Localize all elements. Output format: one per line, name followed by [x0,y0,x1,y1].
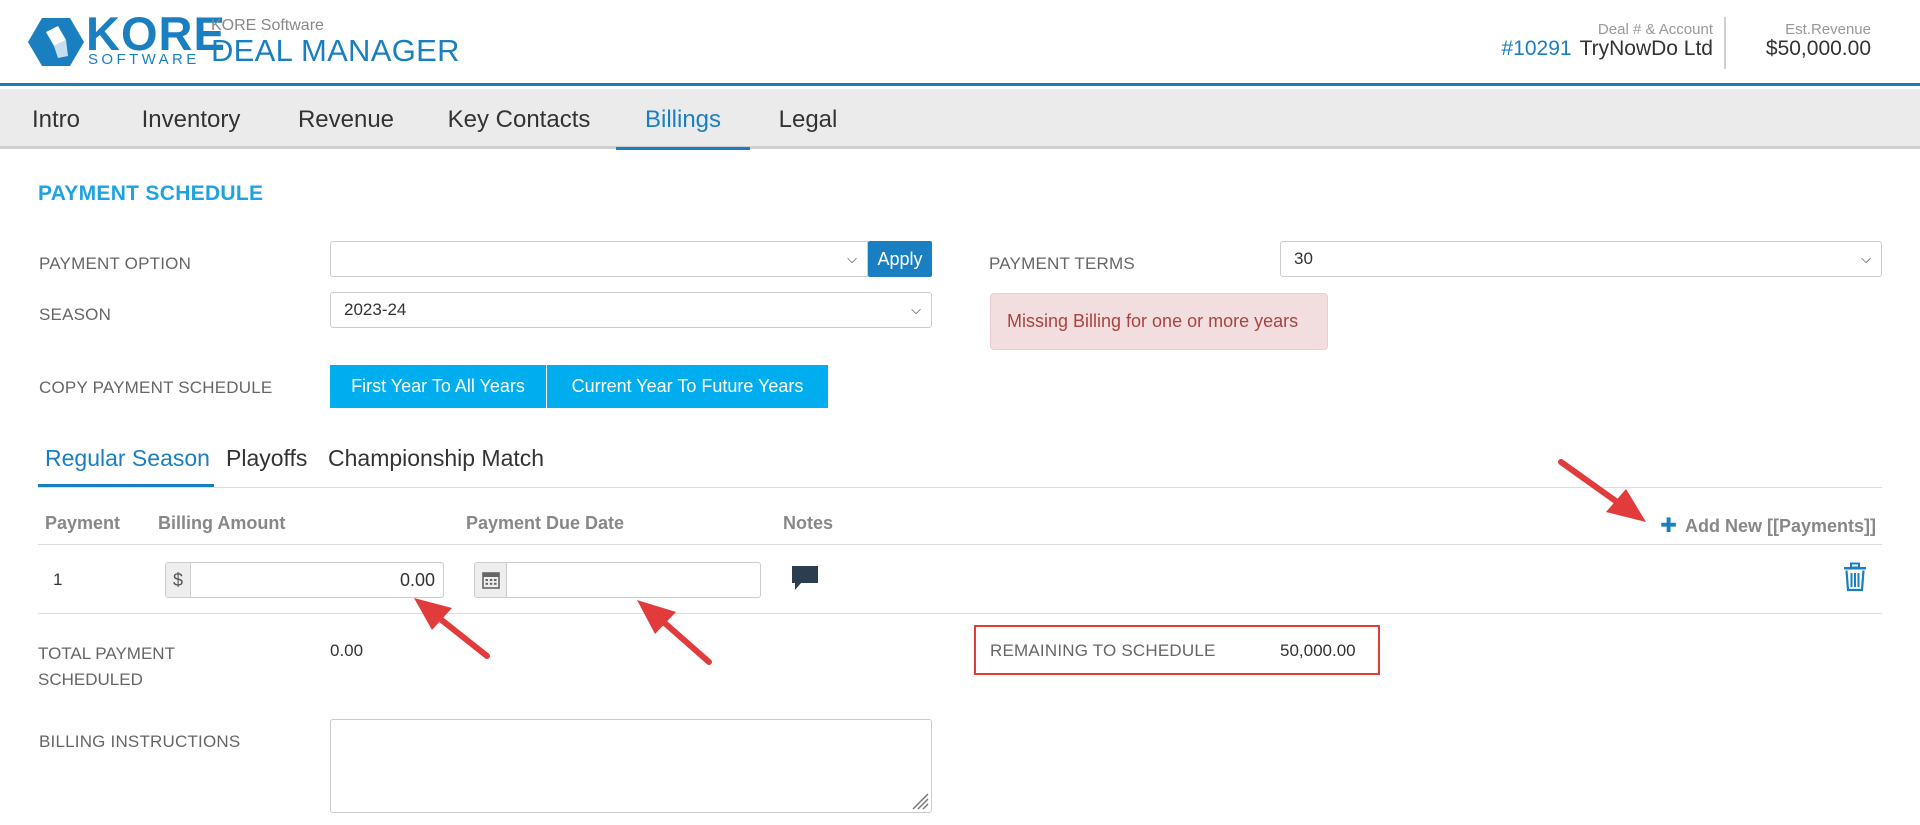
deal-label: Deal # & Account [1597,21,1713,38]
due-date-input[interactable] [474,562,761,598]
chevron-down-icon: ⌵ [911,302,921,317]
app-title: DEAL MANAGER [211,33,460,68]
app-header: KORE SOFTWARE KORE Software DEAL MANAGER… [0,0,1920,86]
column-due-date: Payment Due Date [466,513,625,533]
billing-amount-input[interactable]: $ 0.00 [165,562,444,598]
chevron-down-icon: ⌵ [1861,251,1871,266]
apply-button[interactable]: Apply [868,241,932,277]
resize-grip-icon[interactable] [909,790,929,810]
copy-schedule-label: COPY PAYMENT SCHEDULE [39,378,273,397]
logo-wordmark: KORE [86,7,226,60]
add-new-label: Add New [[Payments]] [1684,516,1876,536]
payment-terms-value: 30 [1294,249,1313,268]
season-select[interactable]: 2023-24 ⌵ [330,292,932,328]
copy-current-year-button[interactable]: Current Year To Future Years [547,365,828,408]
arrow-annotation-add-new [1558,459,1646,522]
missing-billing-alert: Missing Billing for one or more years [990,293,1328,350]
subtab-regular-season[interactable]: Regular Season [45,445,210,472]
payment-option-select[interactable]: ⌵ [330,241,868,277]
arrow-annotation-due-date [637,600,712,665]
account-name: TryNowDo Ltd [1579,37,1713,60]
trash-icon[interactable] [1842,562,1868,592]
subtab-championship-match[interactable]: Championship Match [328,445,544,472]
column-notes: Notes [783,513,834,533]
revenue-value: $50,000.00 [1765,37,1871,60]
deal-info: #10291 TryNowDo Ltd [1501,37,1713,61]
currency-addon: $ [166,563,191,597]
tab-intro[interactable]: Intro [0,89,112,149]
kore-logo-icon [28,18,84,66]
logo-subtext: SOFTWARE [88,51,200,68]
payment-number: 1 [53,570,63,589]
total-scheduled-value: 0.00 [330,641,364,660]
remaining-label: REMAINING TO SCHEDULE [990,641,1216,660]
calendar-icon[interactable] [475,563,507,597]
revenue-label: Est.Revenue [1785,21,1871,38]
payment-option-label: PAYMENT OPTION [39,254,192,273]
tab-legal[interactable]: Legal [750,89,866,149]
season-value: 2023-24 [344,300,407,319]
header-divider [1724,17,1726,69]
season-label: SEASON [39,305,112,324]
tab-revenue[interactable]: Revenue [270,89,422,149]
tab-key-contacts[interactable]: Key Contacts [422,89,616,149]
remaining-value: 50,000.00 [1280,641,1356,660]
payment-terms-select[interactable]: 30 ⌵ [1280,241,1882,277]
kore-logo[interactable]: KORE SOFTWARE [28,10,225,68]
payment-terms-label: PAYMENT TERMS [989,254,1135,273]
copy-first-year-button[interactable]: First Year To All Years [330,365,546,408]
divider [38,613,1882,614]
plus-icon: ✚ [1660,515,1677,537]
divider [38,544,1882,545]
add-new-payment-button[interactable]: ✚ Add New [[Payments]] [1660,513,1876,538]
deal-number[interactable]: #10291 [1501,37,1571,60]
subtab-playoffs[interactable]: Playoffs [226,445,307,472]
billing-amount-value: 0.00 [399,570,435,590]
total-scheduled-label: TOTAL PAYMENT SCHEDULED [38,644,175,689]
tab-inventory[interactable]: Inventory [112,89,270,149]
billing-instructions-textarea[interactable] [330,719,932,813]
section-title: PAYMENT SCHEDULE [38,182,264,205]
comment-icon[interactable] [790,564,820,592]
divider [38,487,1882,488]
column-billing-amount: Billing Amount [158,513,286,533]
column-payment: Payment [45,513,121,533]
billing-instructions-label: BILLING INSTRUCTIONS [39,732,241,751]
tab-billings[interactable]: Billings [616,89,750,150]
main-tabs: Intro Inventory Revenue Key Contacts Bil… [0,89,1920,150]
chevron-down-icon: ⌵ [847,251,857,266]
arrow-annotation-amount [414,598,490,659]
